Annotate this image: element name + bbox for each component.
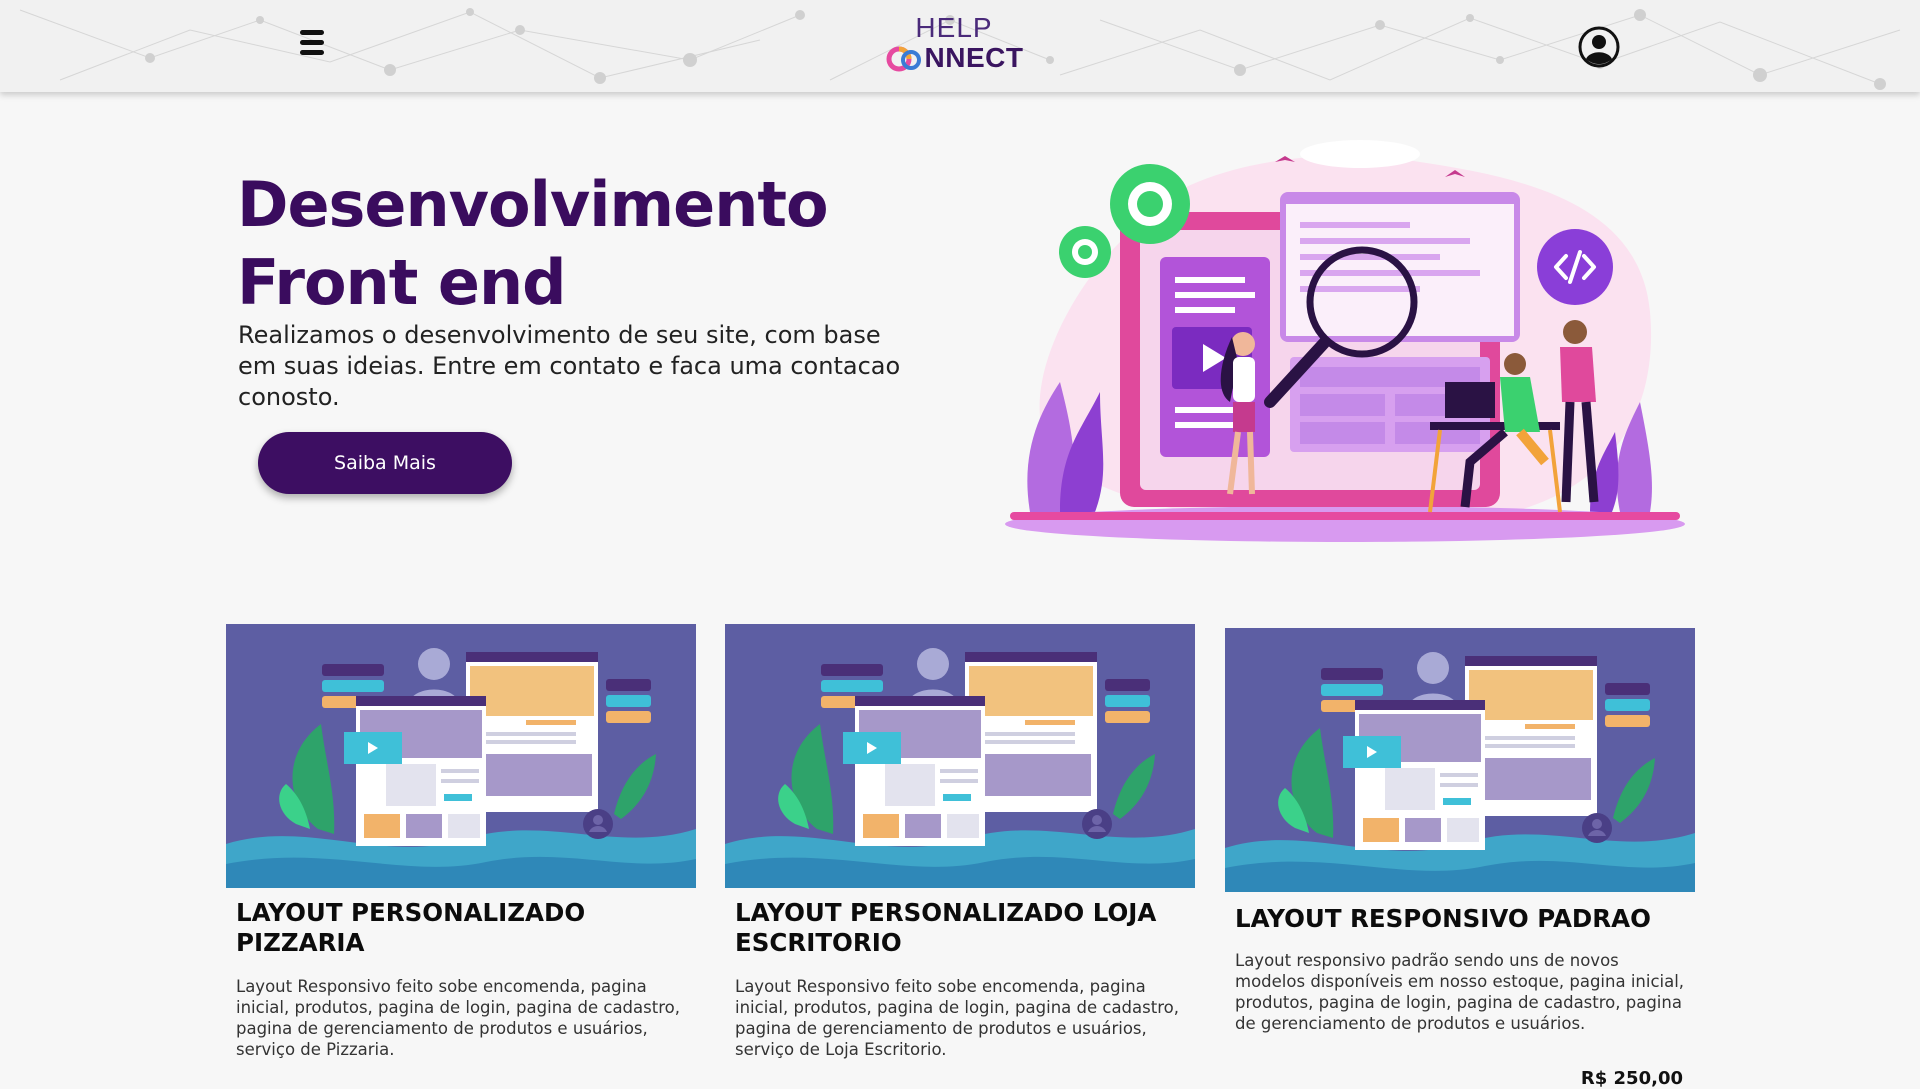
- card-description: Layout responsivo padrão sendo uns de no…: [1235, 951, 1685, 1033]
- card-image: [1225, 628, 1695, 892]
- hero-title: Desenvolvimento Front end: [237, 166, 829, 322]
- card-price: R$ 250,00: [1580, 1068, 1683, 1089]
- hero-illustration: [1005, 140, 1685, 542]
- logo-bottom-text: NNECT: [924, 42, 1024, 73]
- user-circle-icon[interactable]: [1578, 26, 1620, 68]
- logo-top-text: HELP: [915, 12, 993, 43]
- card-title: LAYOUT PERSONALIZADO LOJA ESCRITORIO: [735, 898, 1157, 957]
- saiba-mais-button[interactable]: Saiba Mais: [258, 432, 512, 494]
- card-title: LAYOUT RESPONSIVO PADRAO: [1235, 904, 1651, 933]
- card-image: [725, 624, 1195, 888]
- hamburger-menu-icon[interactable]: [296, 30, 332, 62]
- card-description: Layout Responsivo feito sobe encomenda, …: [735, 977, 1179, 1059]
- hero-description: Realizamos o desenvolvimento de seu site…: [238, 321, 901, 411]
- card-image: [226, 624, 696, 888]
- card-title: LAYOUT PERSONALIZADO PIZZARIA: [236, 898, 586, 957]
- top-header: HELP NNECT: [0, 0, 1920, 92]
- hero-title-line-1: Desenvolvimento: [237, 168, 829, 241]
- product-card[interactable]: LAYOUT PERSONALIZADO PIZZARIA Layout Res…: [226, 624, 696, 1060]
- product-card[interactable]: LAYOUT RESPONSIVO PADRAO Layout responsi…: [1225, 628, 1695, 1089]
- logo-mark-icon: [886, 46, 921, 72]
- logo[interactable]: HELP NNECT: [884, 14, 1024, 74]
- product-card[interactable]: LAYOUT PERSONALIZADO LOJA ESCRITORIO Lay…: [725, 624, 1195, 1060]
- hero-title-line-2: Front end: [237, 246, 566, 319]
- card-description: Layout Responsivo feito sobe encomenda, …: [236, 977, 680, 1059]
